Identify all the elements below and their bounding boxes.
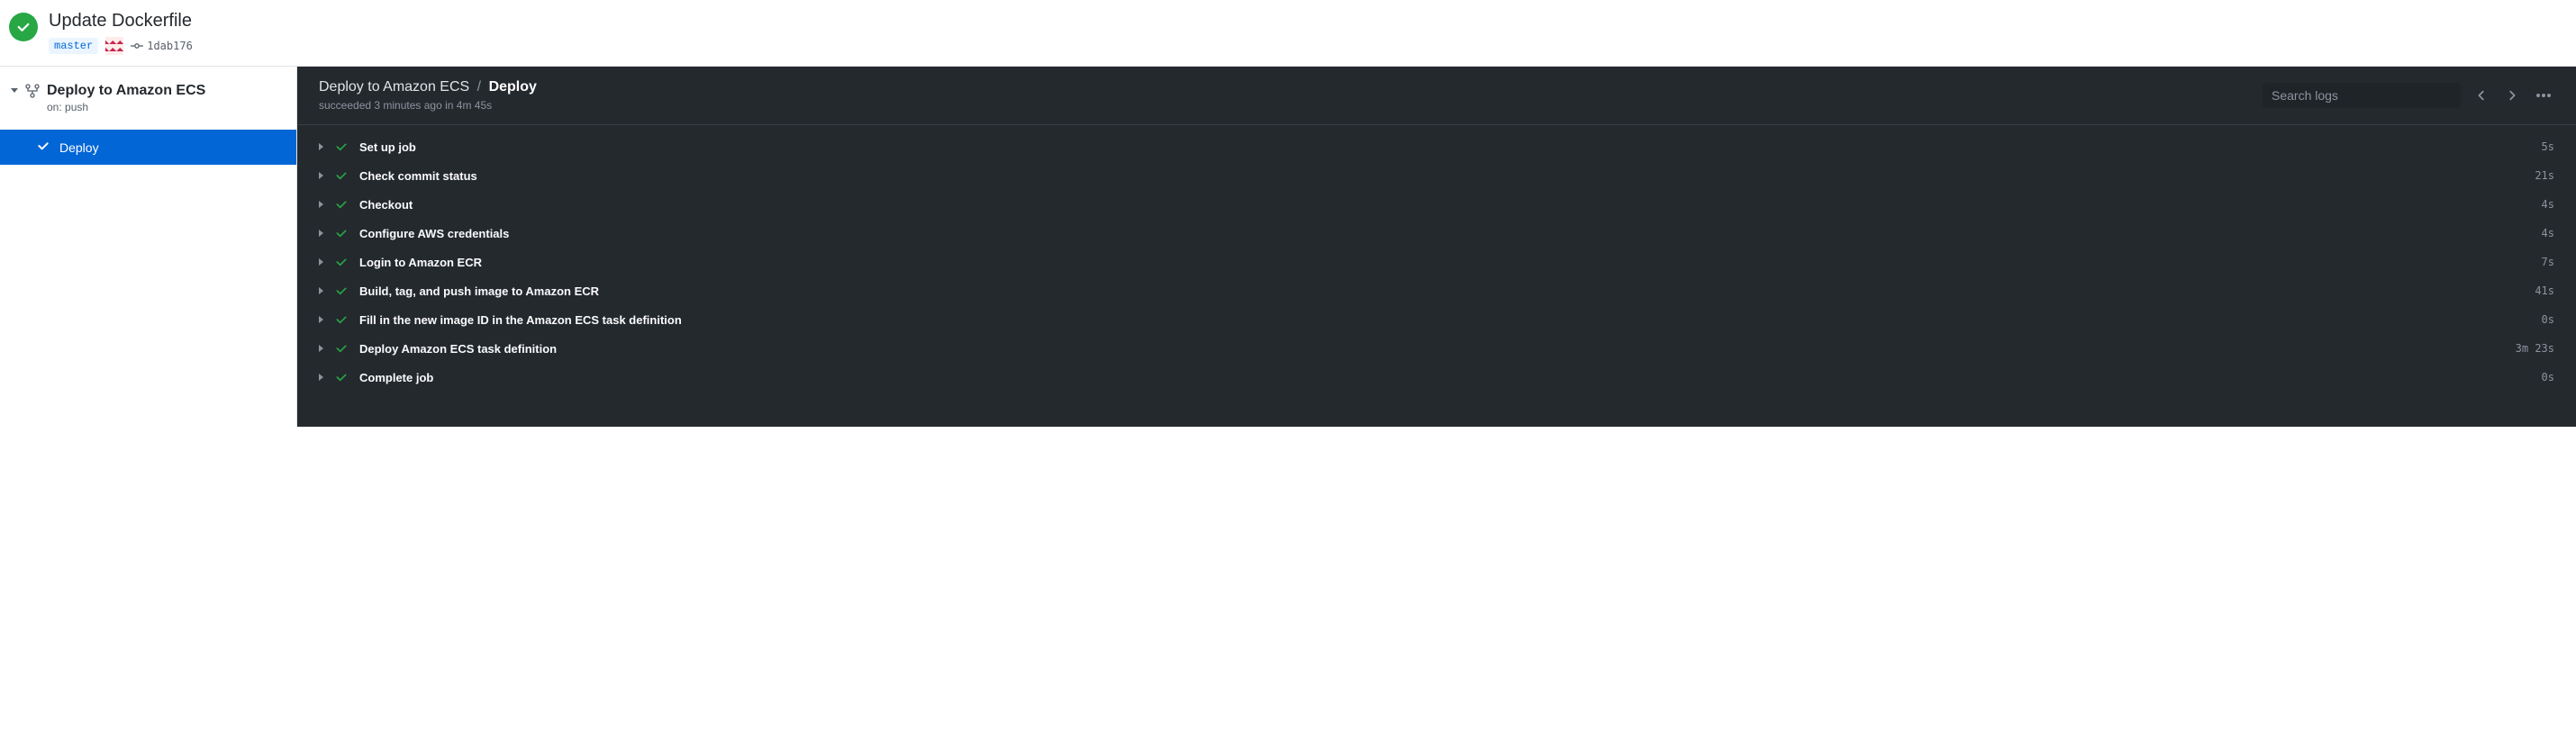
breadcrumb-job: Deploy <box>489 79 537 95</box>
check-icon <box>334 168 349 183</box>
chevron-right-icon <box>319 374 323 381</box>
status-success-icon <box>9 13 38 41</box>
chevron-right-icon <box>319 143 323 150</box>
step-row[interactable]: Deploy Amazon ECS task definition 3m 23s <box>297 334 2576 363</box>
breadcrumb: Deploy to Amazon ECS / Deploy <box>319 79 537 95</box>
avatar[interactable] <box>105 37 123 55</box>
step-duration: 21s <box>2535 169 2554 182</box>
check-icon <box>334 197 349 212</box>
step-name: Build, tag, and push image to Amazon ECR <box>359 284 2524 298</box>
step-duration: 41s <box>2535 284 2554 297</box>
step-name: Configure AWS credentials <box>359 227 2531 240</box>
step-duration: 0s <box>2542 313 2554 326</box>
step-row[interactable]: Checkout 4s <box>297 190 2576 219</box>
next-button[interactable] <box>2502 86 2522 105</box>
page-header: Update Dockerfile master 1dab176 <box>0 0 2576 67</box>
check-icon <box>334 226 349 240</box>
step-row[interactable]: Build, tag, and push image to Amazon ECR… <box>297 276 2576 305</box>
step-duration: 4s <box>2542 227 2554 239</box>
log-panel: Deploy to Amazon ECS / Deploy succeeded … <box>297 67 2576 427</box>
chevron-right-icon <box>319 230 323 237</box>
commit-link[interactable]: 1dab176 <box>131 40 193 52</box>
step-name: Complete job <box>359 371 2531 384</box>
check-icon <box>334 370 349 384</box>
breadcrumb-separator: / <box>477 79 481 95</box>
check-icon <box>334 255 349 269</box>
sidebar-job-deploy[interactable]: Deploy <box>0 130 296 165</box>
step-row[interactable]: Set up job 5s <box>297 132 2576 161</box>
check-icon <box>334 284 349 298</box>
step-duration: 4s <box>2542 198 2554 211</box>
chevron-right-icon <box>319 345 323 352</box>
chevron-right-icon <box>319 258 323 266</box>
step-row[interactable]: Check commit status 21s <box>297 161 2576 190</box>
step-duration: 7s <box>2542 256 2554 268</box>
step-name: Check commit status <box>359 169 2524 183</box>
step-row[interactable]: Fill in the new image ID in the Amazon E… <box>297 305 2576 334</box>
chevron-right-icon <box>319 316 323 323</box>
step-name: Fill in the new image ID in the Amazon E… <box>359 313 2531 327</box>
workflow-icon <box>25 84 40 101</box>
workflow-name: Deploy to Amazon ECS <box>47 83 205 99</box>
step-duration: 3m 23s <box>2516 342 2554 355</box>
step-duration: 0s <box>2542 371 2554 384</box>
step-row[interactable]: Complete job 0s <box>297 363 2576 392</box>
step-row[interactable]: Login to Amazon ECR 7s <box>297 248 2576 276</box>
step-row[interactable]: Configure AWS credentials 4s <box>297 219 2576 248</box>
branch-badge[interactable]: master <box>49 38 98 54</box>
step-name: Deploy Amazon ECS task definition <box>359 342 2505 356</box>
chevron-right-icon <box>319 287 323 294</box>
step-duration: 5s <box>2542 140 2554 153</box>
step-name: Set up job <box>359 140 2531 154</box>
step-name: Checkout <box>359 198 2531 212</box>
chevron-down-icon <box>11 88 18 93</box>
workflow-trigger: on: push <box>47 101 205 113</box>
check-icon <box>334 312 349 327</box>
breadcrumb-workflow[interactable]: Deploy to Amazon ECS <box>319 79 469 95</box>
sidebar: Deploy to Amazon ECS on: push Deploy <box>0 67 297 427</box>
more-menu-icon[interactable] <box>2533 90 2554 101</box>
sidebar-job-label: Deploy <box>59 140 99 155</box>
check-icon <box>334 341 349 356</box>
page-title: Update Dockerfile <box>49 11 193 32</box>
job-status-text: succeeded 3 minutes ago in 4m 45s <box>319 99 537 112</box>
workflow-item[interactable]: Deploy to Amazon ECS on: push <box>0 79 296 117</box>
prev-button[interactable] <box>2472 86 2491 105</box>
chevron-right-icon <box>319 201 323 208</box>
commit-icon <box>131 40 143 52</box>
check-icon <box>334 140 349 154</box>
step-name: Login to Amazon ECR <box>359 256 2531 269</box>
chevron-right-icon <box>319 172 323 179</box>
check-icon <box>36 139 50 156</box>
commit-sha: 1dab176 <box>147 40 193 52</box>
search-input[interactable] <box>2263 83 2461 108</box>
